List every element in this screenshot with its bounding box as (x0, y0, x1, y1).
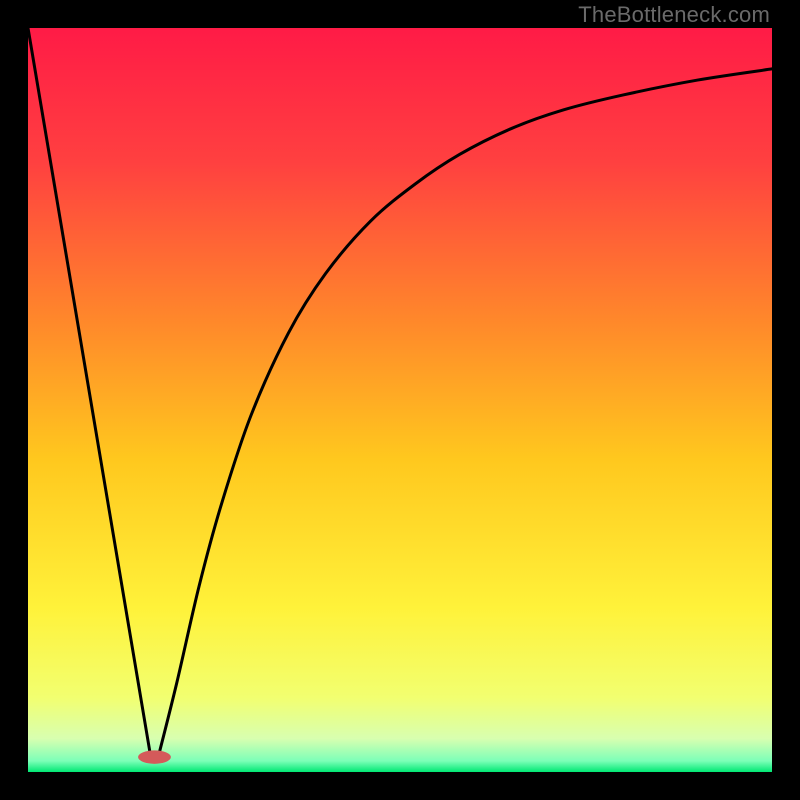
watermark-text: TheBottleneck.com (578, 2, 770, 28)
minimum-marker (138, 750, 171, 763)
gradient-background (28, 28, 772, 772)
bottleneck-chart (28, 28, 772, 772)
chart-frame (28, 28, 772, 772)
